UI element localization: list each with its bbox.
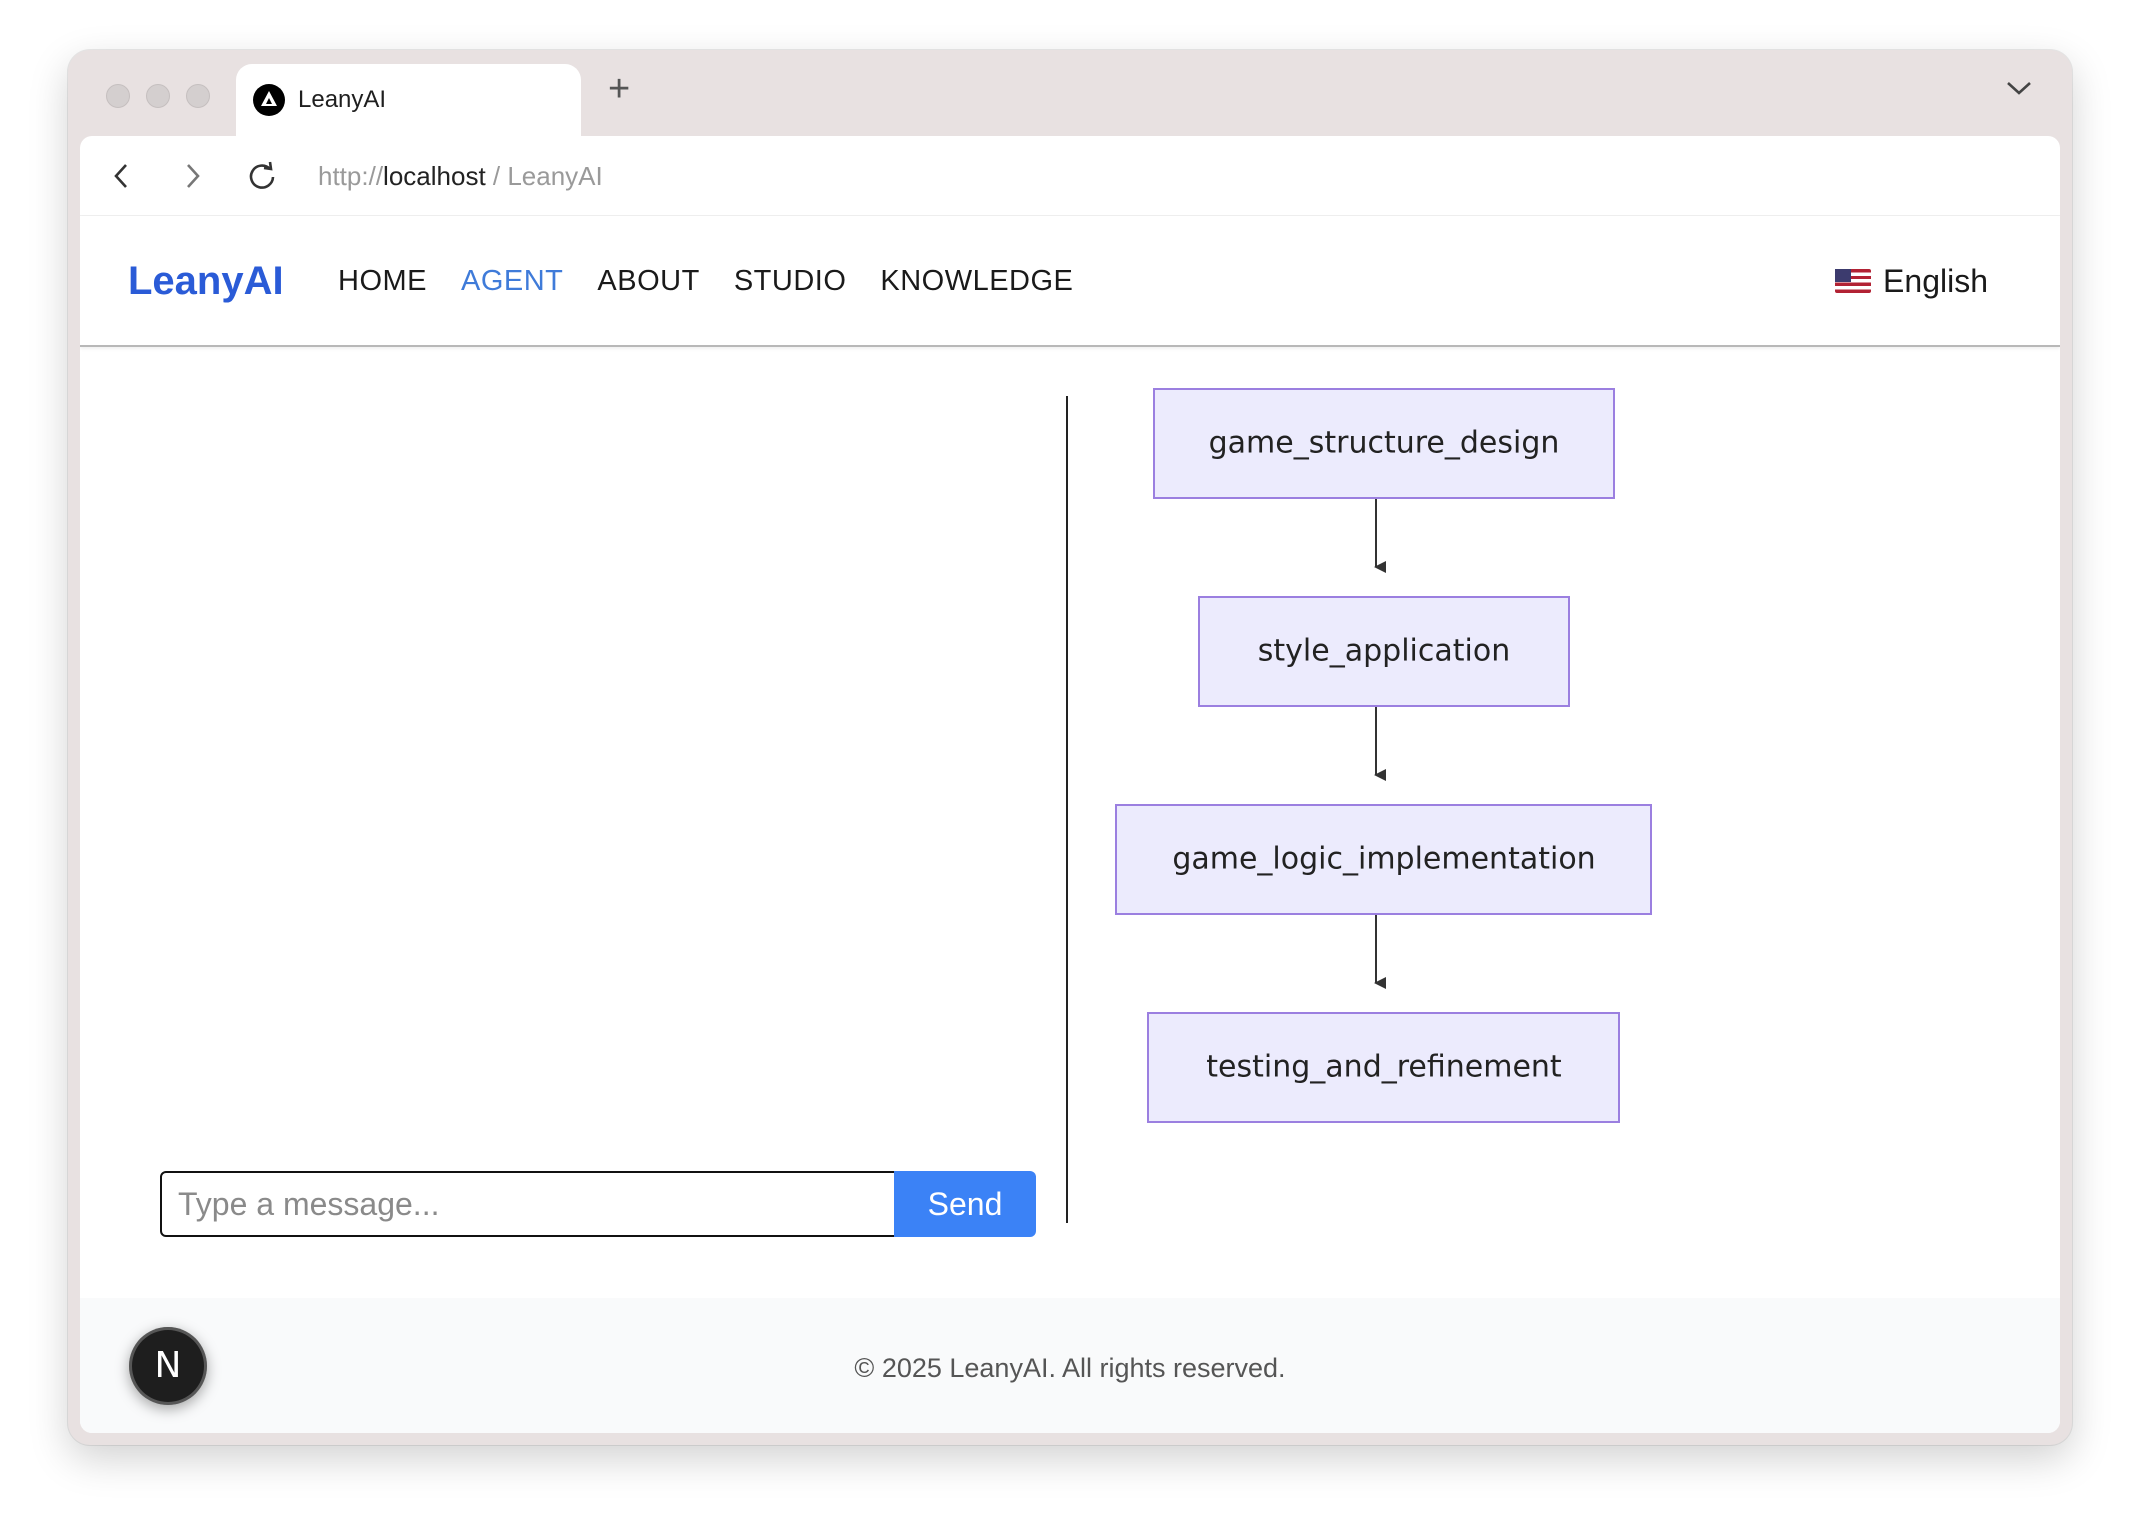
- nav-studio[interactable]: STUDIO: [734, 262, 847, 300]
- language-selector[interactable]: English: [1835, 260, 1988, 302]
- reload-icon[interactable]: [246, 160, 278, 197]
- chevron-down-icon[interactable]: [2006, 80, 2032, 101]
- tab-title: LeanyAI: [298, 86, 387, 113]
- nav-knowledge[interactable]: KNOWLEDGE: [880, 262, 1073, 300]
- new-tab-button[interactable]: +: [608, 70, 630, 108]
- close-window-button[interactable]: [106, 84, 130, 108]
- nav-about[interactable]: ABOUT: [597, 262, 699, 300]
- node-label: testing_and_refinement: [1206, 1050, 1562, 1085]
- copyright-text: © 2025 LeanyAI. All rights reserved.: [854, 1353, 1286, 1383]
- site-footer: © 2025 LeanyAI. All rights reserved.: [80, 1298, 2060, 1433]
- browser-viewport: http://localhost / LeanyAI LeanyAI HOME …: [80, 136, 2060, 1433]
- address-bar: http://localhost / LeanyAI: [80, 136, 2060, 216]
- nav-home[interactable]: HOME: [338, 262, 427, 300]
- forward-arrow-icon[interactable]: [180, 162, 204, 195]
- workflow-node[interactable]: game_logic_implementation: [1115, 804, 1652, 915]
- workflow-node[interactable]: testing_and_refinement: [1147, 1012, 1620, 1123]
- dev-tools-badge[interactable]: N: [129, 1327, 207, 1405]
- brand-logo[interactable]: LeanyAI: [128, 256, 284, 306]
- node-label: game_logic_implementation: [1172, 842, 1595, 877]
- url-field[interactable]: http://localhost / LeanyAI: [318, 158, 603, 194]
- browser-window: LeanyAI + http://localhost / LeanyAI Lea…: [68, 50, 2072, 1445]
- site-header: LeanyAI HOME AGENT ABOUT STUDIO KNOWLEDG…: [80, 216, 2060, 347]
- us-flag-icon: [1835, 269, 1872, 293]
- maximize-window-button[interactable]: [186, 84, 210, 108]
- url-scheme: http://: [318, 161, 384, 191]
- nav-agent[interactable]: AGENT: [461, 262, 563, 300]
- node-label: style_application: [1258, 634, 1510, 669]
- back-arrow-icon[interactable]: [110, 162, 134, 195]
- url-host: localhost: [383, 161, 486, 191]
- main-nav: HOME AGENT ABOUT STUDIO KNOWLEDGE: [338, 262, 1107, 300]
- title-bar: LeanyAI +: [68, 50, 2072, 136]
- workflow-diagram: game_structure_design style_application …: [1115, 388, 1652, 1123]
- site-favicon-icon: [253, 84, 285, 116]
- minimize-window-button[interactable]: [146, 84, 170, 108]
- workflow-node[interactable]: style_application: [1198, 596, 1570, 707]
- language-label: English: [1883, 263, 1988, 299]
- browser-tab[interactable]: LeanyAI: [236, 64, 581, 136]
- workflow-node[interactable]: game_structure_design: [1153, 388, 1615, 499]
- node-label: game_structure_design: [1209, 426, 1560, 461]
- agent-workspace: Send game_structure_design style_a: [80, 349, 2060, 1249]
- url-path: / LeanyAI: [485, 161, 603, 191]
